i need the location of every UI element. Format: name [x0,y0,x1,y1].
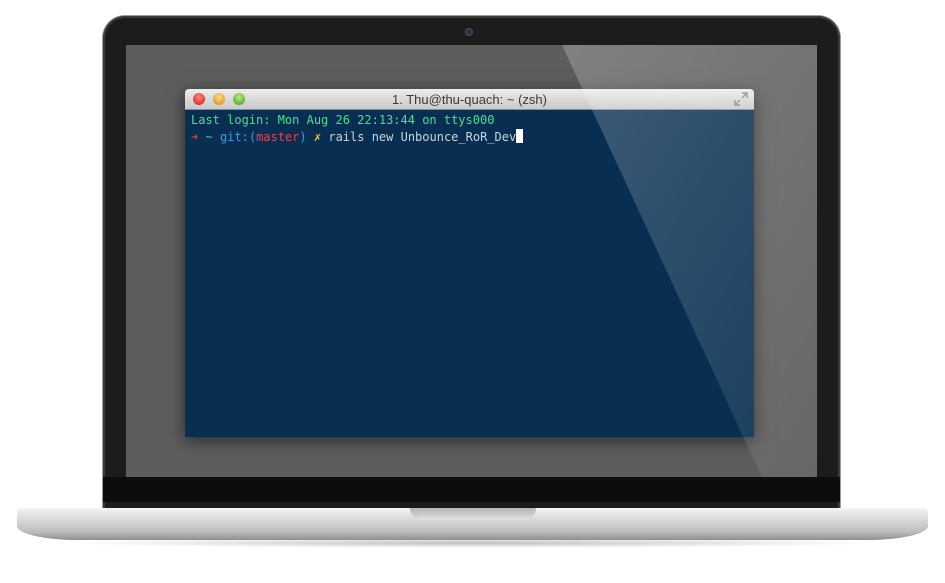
text-cursor [516,129,524,143]
terminal-output[interactable]: Last login: Mon Aug 26 22:13:44 on ttys0… [185,110,754,437]
git-branch: master [256,130,300,144]
git-label-open: git:( [219,130,257,144]
window-title: 1. Thu@thu-quach: ~ (zsh) [392,92,547,107]
dirty-mark: ✗ [313,130,322,144]
terminal-window[interactable]: 1. Thu@thu-quach: ~ (zsh) Last login: Mo… [185,89,754,437]
screen-bezel-bottom [103,477,840,502]
prompt-directory: ~ [205,130,213,144]
terminal-titlebar[interactable]: 1. Thu@thu-quach: ~ (zsh) [185,89,754,110]
prompt-line[interactable]: ➜ ~ git:(master) ✗ rails new Unbounce_Ro… [191,129,748,146]
command-input[interactable]: rails new Unbounce_RoR_Dev [328,130,516,144]
webcam-icon [465,28,473,36]
git-label-close: ) [299,130,307,144]
prompt-arrow: ➜ [191,130,199,144]
fullscreen-arrows-icon[interactable] [734,92,748,106]
lid-opening-notch [410,508,536,520]
last-login-line: Last login: Mon Aug 26 22:13:44 on ttys0… [191,113,495,127]
